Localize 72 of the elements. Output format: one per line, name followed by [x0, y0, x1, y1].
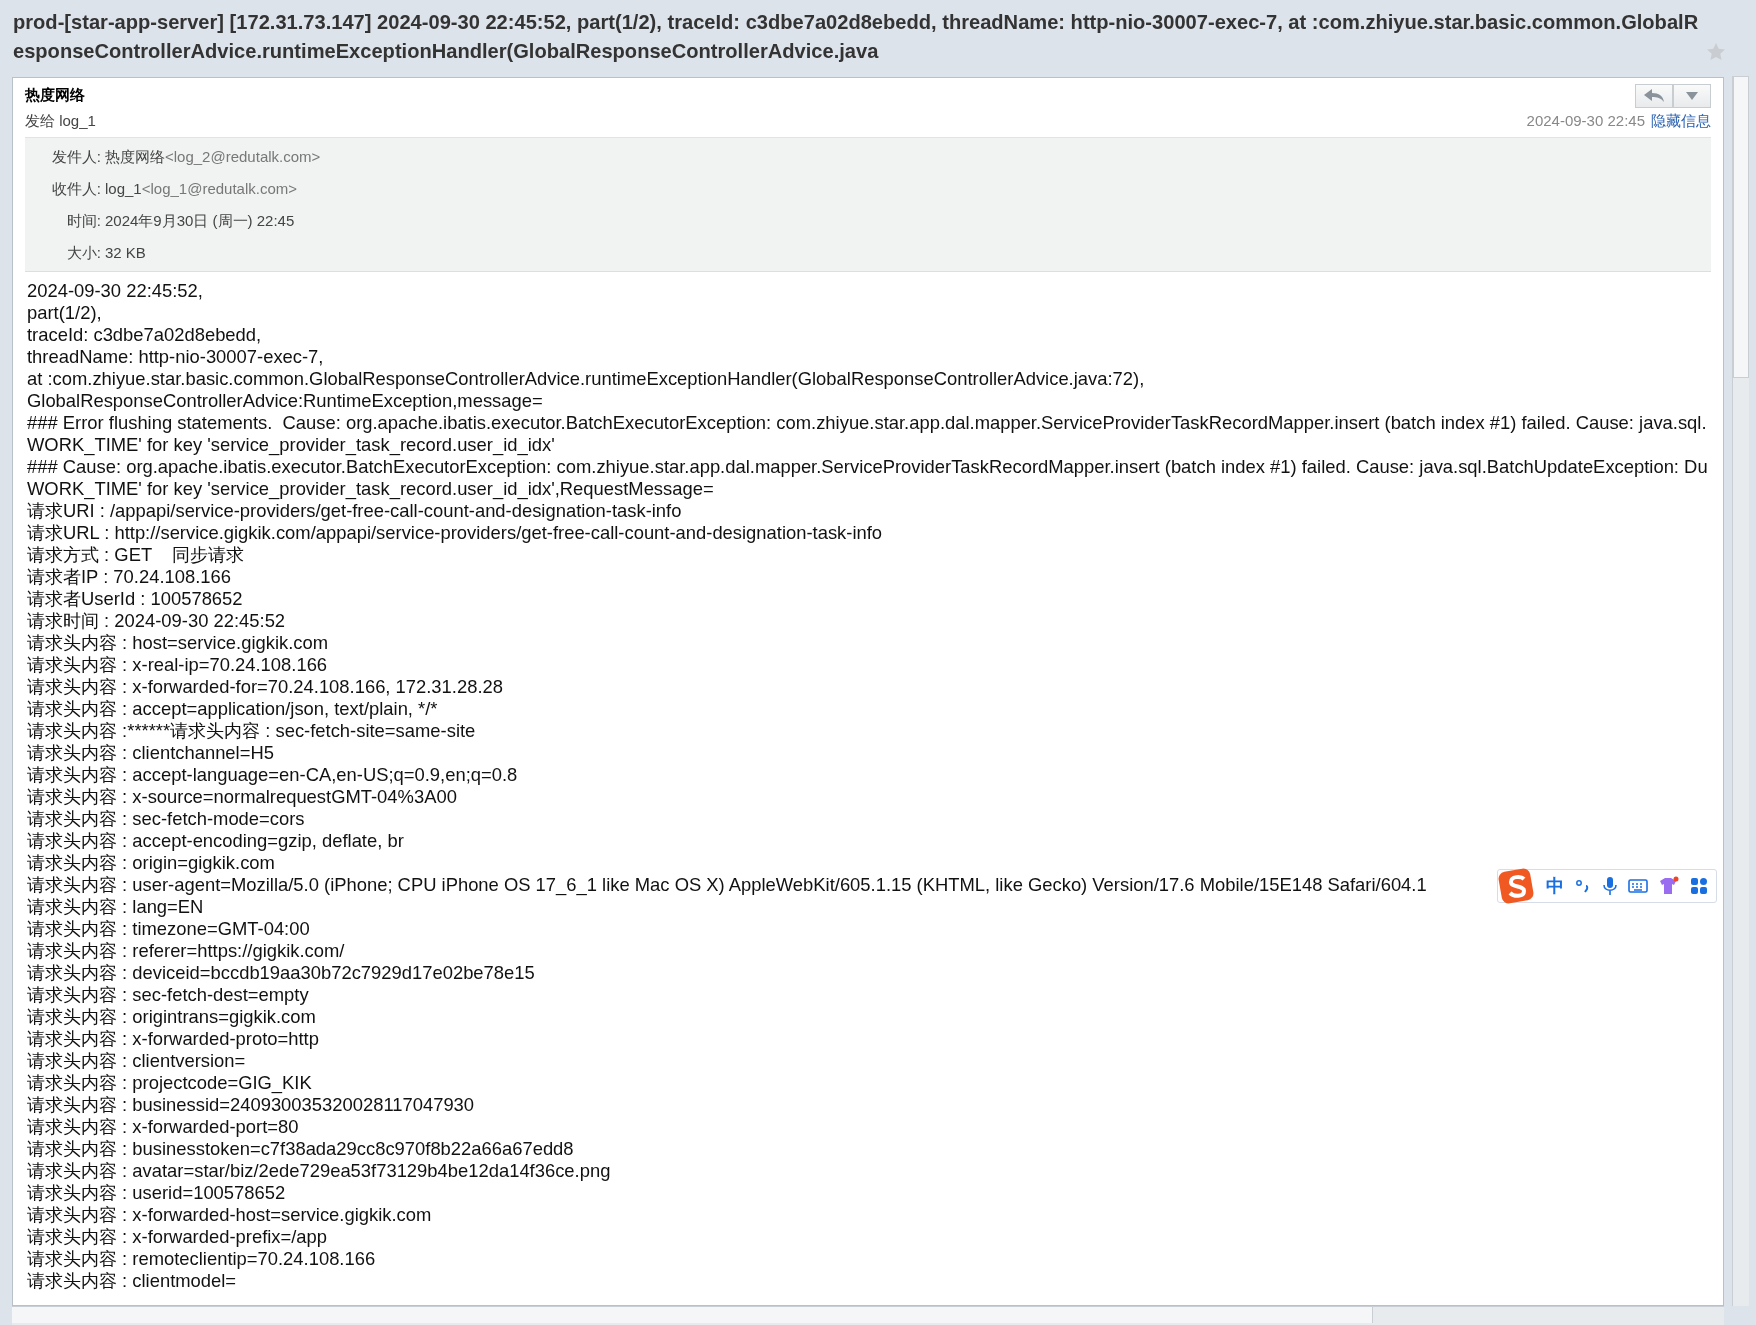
log-line: GlobalResponseControllerAdvice:RuntimeException,message=: [27, 390, 543, 412]
log-line: 请求者IP : 70.24.108.166: [27, 566, 231, 588]
scrollbar-thumb[interactable]: [1732, 76, 1749, 378]
log-line: 请求头内容 : businessid=240930035320028117047930: [27, 1094, 475, 1116]
detail-label: 收件人:: [50, 180, 102, 199]
log-line: 请求头内容 : x-forwarded-prefix=/app: [27, 1226, 328, 1248]
log-line: 请求头内容 : user-agent=Mozilla/5.0 (iPhone; CPU iPhone OS 17_6_1 like Mac OS X) AppleWebKit/605.1.15 (KHTML, like Gecko) Version/17.6 Mobile/15E148 Safari/604.1: [27, 874, 1427, 896]
caret-icon: [1686, 92, 1698, 100]
detail-label: 大小:: [65, 244, 102, 263]
log-line: 请求头内容 : timezone=GMT-04:00: [27, 918, 310, 940]
log-line: part(1/2),: [27, 302, 102, 324]
recipient-line: 发给 log_1: [25, 112, 96, 131]
log-line: 请求URL : http://service.gigkik.com/appapi/service-providers/get-free-call-count-and-designation-task-info: [27, 522, 883, 544]
log-line: WORK_TIME' for key 'service_provider_task_record.user_id_idx': [27, 434, 555, 456]
detail-value: 热度网络<log_2@redutalk.com>: [105, 148, 322, 167]
log-line: 请求头内容 : clientversion=: [27, 1050, 246, 1072]
keyboard-icon[interactable]: [1628, 878, 1648, 894]
log-line: 请求头内容 : deviceid=bccdb19aa30b72c7929d17e02be78e15: [27, 962, 535, 984]
log-line: 请求头内容 : host=service.gigkik.com: [27, 632, 329, 654]
detail-label: 时间:: [65, 212, 102, 231]
log-line: traceId: c3dbe7a02d8ebedd,: [27, 324, 262, 346]
log-line: 请求方式 : GET 同步请求: [27, 544, 245, 566]
log-line: 请求头内容 : projectcode=GIG_KIK: [27, 1072, 312, 1094]
log-line: 请求头内容 : x-forwarded-host=service.gigkik.com: [27, 1204, 432, 1226]
log-line: 请求时间 : 2024-09-30 22:45:52: [27, 610, 286, 632]
detail-value: 32 KB: [105, 244, 147, 263]
log-line: 请求头内容 : x-source=normalrequestGMT-04%3A00: [27, 786, 457, 808]
log-line: 请求头内容 : x-real-ip=70.24.108.166: [27, 654, 328, 676]
log-line: 请求头内容 : accept-encoding=gzip, deflate, br: [27, 830, 404, 852]
log-line: 请求URI : /appapi/service-providers/get-free-call-count-and-designation-task-info: [27, 500, 682, 522]
grid-icon[interactable]: [1690, 877, 1708, 895]
reply-button[interactable]: [1635, 84, 1673, 108]
scrollbar-thumb[interactable]: [12, 1307, 1373, 1323]
log-line: 请求头内容 : sec-fetch-mode=cors: [27, 808, 305, 830]
email-subject: prod-[star-app-server] [172.31.73.147] 2024-09-30 22:45:52, part(1/2), traceId: c3dbe7a02d8ebedd, threadName: http-nio-30007-exec-7, at :com.zhiyue.star.basic.common.GlobalResponseControllerAdvice.runtimeExceptionHandler(GlobalResponseControllerAdvice.java: [13, 10, 1700, 64]
log-line: 请求头内容 : referer=https://gigkik.com/: [27, 940, 345, 962]
detail-label: 发件人:: [50, 148, 102, 167]
log-line: WORK_TIME' for key 'service_provider_task_record.user_id_idx',RequestMessage=: [27, 478, 714, 500]
detail-value: 2024年9月30日 (周一) 22:45: [105, 212, 296, 231]
log-line: 请求头内容 : businesstoken=c7f38ada29cc8c970f8b22a66a67edd8: [27, 1138, 574, 1160]
log-line: 请求头内容 : x-forwarded-proto=http: [27, 1028, 319, 1050]
microphone-icon[interactable]: [1602, 876, 1618, 896]
log-line: 请求头内容 : userid=100578652: [27, 1182, 286, 1204]
log-line: 请求头内容 : accept=application/json, text/plain, */*: [27, 698, 438, 720]
log-line: 请求头内容 : clientchannel=H5: [27, 742, 274, 764]
reply-icon: [1644, 89, 1664, 103]
log-line: 请求头内容 : accept-language=en-CA,en-US;q=0.9,en;q=0.8: [27, 764, 518, 786]
input-mode-toggle[interactable]: 中: [1546, 874, 1564, 898]
star-icon[interactable]: [1706, 42, 1726, 62]
log-line: 请求头内容 : origintrans=gigkik.com: [27, 1006, 316, 1028]
log-line: 请求头内容 : sec-fetch-dest=empty: [27, 984, 309, 1006]
message-date: 2024-09-30 22:45: [1526, 112, 1645, 129]
log-line: 请求者UserId : 100578652: [27, 588, 243, 610]
log-line: ### Cause: org.apache.ibatis.executor.BatchExecutorException: com.zhiyue.star.app.dal.mapper.ServiceProviderTaskRecordMapper.insert (batch index #1) failed. Cause: java.sql.BatchUpdateException: Du: [27, 456, 1708, 478]
hide-details-link[interactable]: 隐藏信息: [1651, 112, 1711, 129]
log-line: 请求头内容 : clientmodel=: [27, 1270, 237, 1292]
log-line: 请求头内容 : avatar=star/biz/2ede729ea53f73129b4be12da14f36ce.png: [27, 1160, 611, 1182]
shirt-icon[interactable]: [1658, 876, 1680, 896]
sender-name: 热度网络: [25, 85, 85, 105]
detail-value: log_1<log_1@redutalk.com>: [105, 180, 299, 199]
log-line: 请求头内容 :******请求头内容 : sec-fetch-site=same-site: [27, 720, 476, 742]
log-line: 2024-09-30 22:45:52,: [27, 280, 203, 302]
more-button[interactable]: [1673, 84, 1711, 108]
log-line: 请求头内容 : x-forwarded-port=80: [27, 1116, 299, 1138]
log-line: 请求头内容 : lang=EN: [27, 896, 204, 918]
log-line: at :com.zhiyue.star.basic.common.GlobalResponseControllerAdvice.runtimeExceptionHandler(GlobalResponseControllerAdvice.java:72),: [27, 368, 1145, 390]
log-line: 请求头内容 : origin=gigkik.com: [27, 852, 275, 874]
log-line: ### Error flushing statements. Cause: org.apache.ibatis.executor.BatchExecutorException: com.zhiyue.star.app.dal.mapper.ServiceProviderTaskRecordMapper.insert (batch index #1) failed. Cause: java.sql.: [27, 412, 1707, 434]
ime-logo-icon[interactable]: [1498, 868, 1536, 904]
log-line: 请求头内容 : remoteclientip=70.24.108.166: [27, 1248, 376, 1270]
log-line: threadName: http-nio-30007-exec-7,: [27, 346, 324, 368]
log-line: 请求头内容 : x-forwarded-for=70.24.108.166, 172.31.28.28: [27, 676, 503, 698]
